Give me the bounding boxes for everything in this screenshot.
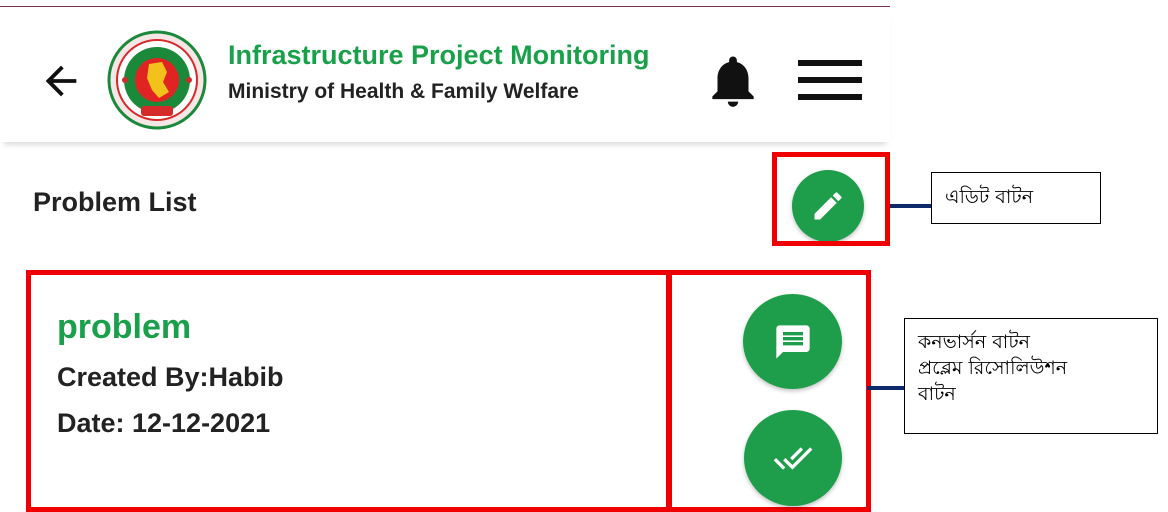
app-title: Infrastructure Project Monitoring	[228, 40, 650, 70]
problem-resolution-button[interactable]	[744, 410, 842, 506]
conversation-callout-label: কনভার্সন বাটন	[918, 331, 1031, 353]
government-seal-logo	[107, 30, 207, 130]
double-check-icon	[773, 447, 813, 470]
chat-icon	[775, 324, 810, 359]
hamburger-menu-icon[interactable]	[796, 52, 864, 108]
edit-callout: এডিট বাটন	[931, 172, 1101, 224]
arrow-left-icon[interactable]	[38, 58, 84, 104]
resolution-callout-label-1: প্রব্লেম রিসোলিউশন	[918, 357, 1068, 379]
conversation-button[interactable]	[743, 294, 842, 389]
created-by-text: Created By:Habib	[57, 362, 284, 392]
app-header: Infrastructure Project Monitoring Minist…	[0, 8, 890, 142]
date-text: Date: 12-12-2021	[57, 408, 271, 438]
page-title: Problem List	[33, 187, 197, 217]
app-subtitle: Ministry of Health & Family Welfare	[228, 80, 579, 103]
edit-annotation-box	[772, 152, 890, 246]
conversation-callout: কনভার্সন বাটন প্রব্লেম রিসোলিউশন বাটন	[904, 318, 1158, 434]
resolution-callout-label-2: বাটন	[918, 383, 956, 405]
edit-callout-label: এডিট বাটন	[945, 186, 1034, 208]
problem-name[interactable]: problem	[57, 308, 191, 347]
bell-icon[interactable]	[702, 48, 764, 114]
top-divider	[0, 6, 890, 7]
